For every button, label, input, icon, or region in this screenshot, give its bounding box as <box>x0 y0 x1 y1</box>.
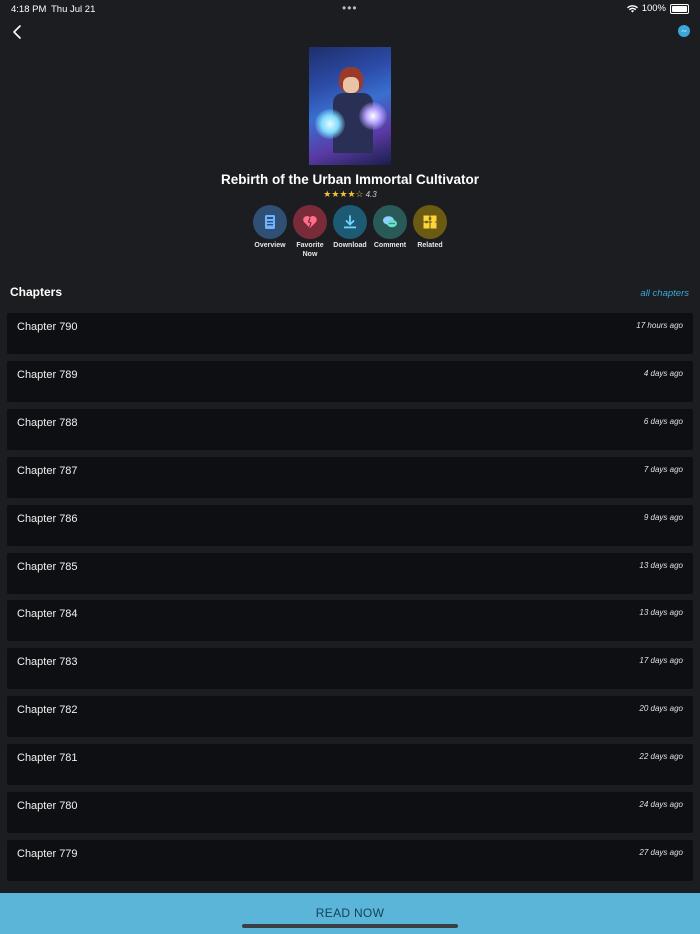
chapter-name: Chapter 786 <box>17 513 78 525</box>
chapter-row[interactable]: Chapter 782 20 days ago <box>7 696 693 737</box>
cover-face <box>343 77 359 93</box>
chapter-time: 24 days ago <box>639 800 683 809</box>
chapter-time: 13 days ago <box>639 561 683 570</box>
puzzle-icon <box>423 215 437 229</box>
chapter-name: Chapter 788 <box>17 417 78 429</box>
chapter-row[interactable]: Chapter 787 7 days ago <box>7 457 693 498</box>
comment-label: Comment <box>373 242 407 249</box>
chapter-row[interactable]: Chapter 784 13 days ago <box>7 600 693 641</box>
favorite-circle <box>293 205 327 239</box>
related-circle <box>413 205 447 239</box>
chapter-row[interactable]: Chapter 780 24 days ago <box>7 792 693 833</box>
overview-icon <box>265 215 275 229</box>
chapter-time: 22 days ago <box>639 752 683 761</box>
messenger-button[interactable] <box>678 25 690 37</box>
chapter-row[interactable]: Chapter 781 22 days ago <box>7 744 693 785</box>
chapter-time: 9 days ago <box>643 513 683 522</box>
chapter-row[interactable]: Chapter 790 17 hours ago <box>7 313 693 354</box>
comment-button[interactable]: Comment <box>370 205 410 250</box>
rating-stars: ★★★★☆ <box>323 189 364 199</box>
chapter-time: 20 days ago <box>639 704 683 713</box>
chapter-row[interactable]: Chapter 788 6 days ago <box>7 409 693 450</box>
chapter-time: 6 days ago <box>643 417 683 426</box>
chapter-time: 27 days ago <box>639 848 683 857</box>
download-circle <box>333 205 367 239</box>
chapter-time: 13 days ago <box>639 608 683 617</box>
favorite-label: Favorite Now <box>296 242 324 258</box>
wifi-icon <box>626 4 638 12</box>
chapter-row[interactable]: Chapter 783 17 days ago <box>7 648 693 689</box>
chapter-row[interactable]: Chapter 789 4 days ago <box>7 361 693 402</box>
chapter-name: Chapter 785 <box>17 561 78 573</box>
comment-circle <box>373 205 407 239</box>
chapter-name: Chapter 783 <box>17 656 78 668</box>
chevron-left-icon <box>13 25 21 39</box>
book-cover-image[interactable] <box>309 47 391 165</box>
battery-percent: 100% <box>641 3 666 14</box>
chapter-time: 17 hours ago <box>636 321 683 330</box>
chapter-name: Chapter 780 <box>17 800 78 812</box>
chapter-name: Chapter 781 <box>17 752 78 764</box>
chapter-name: Chapter 784 <box>17 608 78 620</box>
status-time: 4:18 PM <box>11 4 47 15</box>
multitasking-dots[interactable]: ••• <box>342 1 358 15</box>
cover-orb <box>315 109 345 139</box>
home-indicator[interactable] <box>242 924 458 928</box>
chapter-time: 17 days ago <box>639 656 683 665</box>
related-button[interactable]: Related <box>410 205 450 250</box>
back-button[interactable] <box>10 24 26 40</box>
chapter-row[interactable]: Chapter 779 27 days ago <box>7 840 693 881</box>
chapter-row[interactable]: Chapter 786 9 days ago <box>7 505 693 546</box>
comment-icon <box>383 216 397 228</box>
chapter-name: Chapter 779 <box>17 848 78 860</box>
action-bar: Overview Favorite Now Download Comment R… <box>250 205 450 265</box>
status-right: 100% <box>626 3 689 14</box>
cover-sparkle <box>359 102 387 130</box>
battery-icon <box>670 3 689 14</box>
download-button[interactable]: Download <box>330 205 370 250</box>
chapter-time: 7 days ago <box>643 465 683 474</box>
status-date: Thu Jul 21 <box>51 4 96 15</box>
all-chapters-link[interactable]: all chapters <box>640 288 689 299</box>
chapters-heading: Chapters <box>10 285 63 299</box>
download-label: Download <box>333 242 367 249</box>
rating-value: 4.3 <box>365 190 377 199</box>
chapter-name: Chapter 789 <box>17 369 78 381</box>
heart-icon <box>303 216 317 228</box>
read-now-label: READ NOW <box>315 906 385 920</box>
favorite-button[interactable]: Favorite Now <box>290 205 330 259</box>
chapter-name: Chapter 782 <box>17 704 78 716</box>
overview-label: Overview <box>254 242 286 249</box>
rating: ★★★★☆ 4.3 <box>0 189 700 200</box>
overview-circle <box>253 205 287 239</box>
chapter-name: Chapter 790 <box>17 321 78 333</box>
download-icon <box>344 215 356 229</box>
chapter-row[interactable]: Chapter 785 13 days ago <box>7 553 693 594</box>
messenger-icon <box>681 29 687 32</box>
related-label: Related <box>417 242 443 249</box>
chapter-time: 4 days ago <box>643 369 683 378</box>
book-title: Rebirth of the Urban Immortal Cultivator <box>220 172 480 187</box>
overview-button[interactable]: Overview <box>250 205 290 250</box>
chapter-name: Chapter 787 <box>17 465 78 477</box>
status-bar: 4:18 PM Thu Jul 21 ••• 100% <box>0 0 700 18</box>
